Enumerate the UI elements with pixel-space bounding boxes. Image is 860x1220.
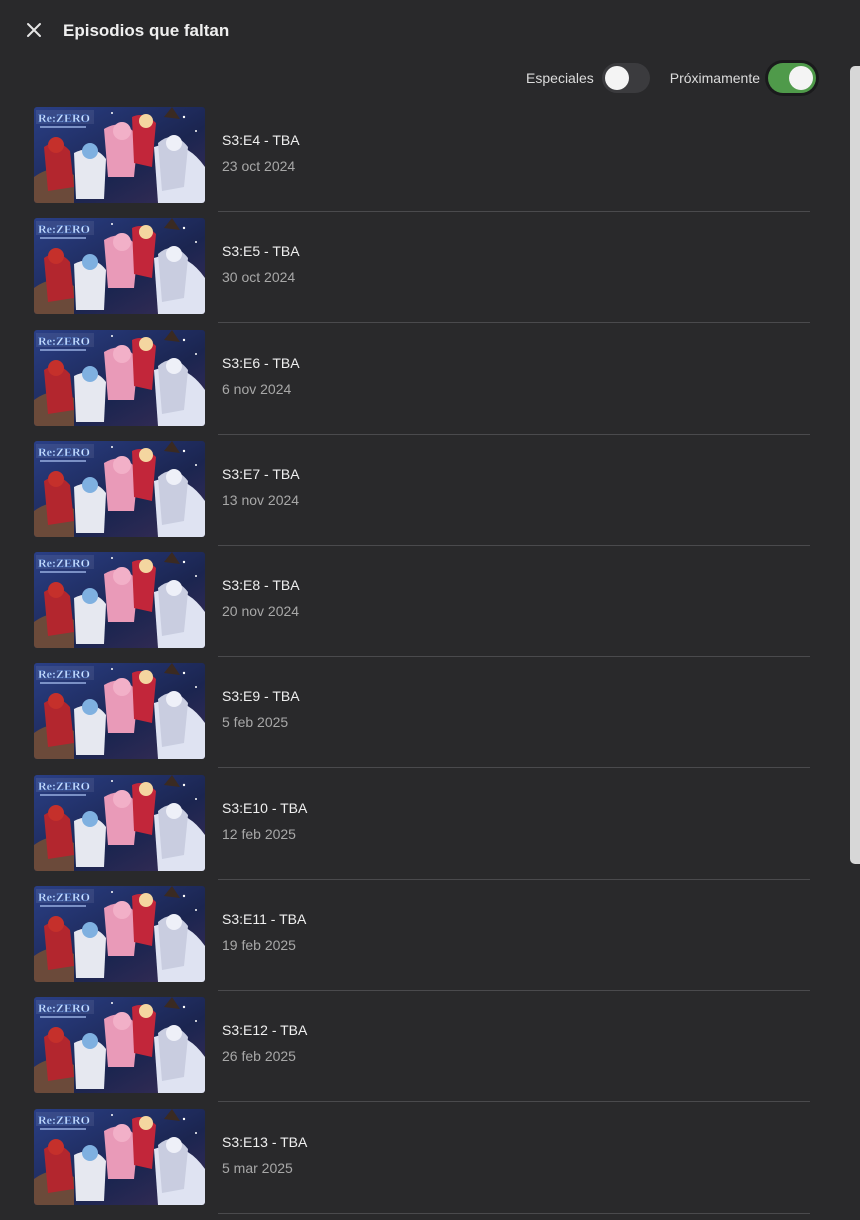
- page-title: Episodios que faltan: [63, 21, 230, 40]
- divider: [218, 544, 810, 546]
- svg-text:Re:ZERO: Re:ZERO: [38, 1001, 90, 1015]
- episode-row[interactable]: Re:ZERO S3:E11 - TBA 19 feb 2025: [0, 886, 860, 997]
- episode-row[interactable]: Re:ZERO S3:E12 - TBA 26 feb 2025: [0, 997, 860, 1108]
- episode-row[interactable]: Re:ZERO S3:E13 - TBA 5 mar 2025: [0, 1108, 860, 1220]
- toggle-knob: [789, 66, 813, 90]
- episode-list: Re:ZERO S3:E4 - TBA 23 oct 2024 Re:ZERO …: [0, 107, 860, 1220]
- episode-date: 23 oct 2024: [222, 158, 296, 174]
- episode-date: 5 feb 2025: [222, 714, 289, 731]
- episode-title: S3:E8 - TBA: [222, 577, 300, 594]
- episode-date: 26 feb 2025: [222, 1048, 296, 1065]
- divider: [218, 211, 810, 212]
- episode-row[interactable]: Re:ZERO S3:E10 - TBA 12 feb 2025: [0, 774, 860, 886]
- svg-text:Re:ZERO: Re:ZERO: [38, 445, 90, 459]
- svg-text:Re:ZERO: Re:ZERO: [38, 1113, 90, 1127]
- upcoming-toggle[interactable]: [768, 63, 816, 93]
- episode-row[interactable]: Re:ZERO S3:E8 - TBA 20 nov 2024: [0, 552, 860, 663]
- episode-date: 6 nov 2024: [222, 380, 292, 397]
- episode-thumbnail: Re:ZERO: [34, 552, 205, 649]
- svg-text:Re:ZERO: Re:ZERO: [38, 111, 90, 125]
- episode-thumbnail: Re:ZERO: [34, 107, 205, 203]
- episode-title: S3:E4 - TBA: [222, 132, 300, 148]
- episode-date: 5 mar 2025: [222, 1159, 293, 1176]
- episode-thumbnail: Re:ZERO: [34, 886, 205, 983]
- svg-text:Re:ZERO: Re:ZERO: [38, 222, 90, 236]
- episode-row[interactable]: Re:ZERO S3:E4 - TBA 23 oct 2024: [0, 107, 860, 218]
- episode-row[interactable]: Re:ZERO S3:E5 - TBA 30 oct 2024: [0, 218, 860, 329]
- episode-title: S3:E11 - TBA: [222, 911, 307, 928]
- close-button[interactable]: [22, 18, 46, 42]
- episode-thumbnail: Re:ZERO: [34, 997, 205, 1094]
- episode-title: S3:E5 - TBA: [222, 243, 300, 260]
- episode-date: 30 oct 2024: [222, 269, 296, 286]
- episode-row[interactable]: Re:ZERO S3:E7 - TBA 13 nov 2024: [0, 440, 860, 552]
- divider: [218, 433, 810, 435]
- episode-thumbnail: Re:ZERO: [34, 329, 205, 426]
- episode-date: 20 nov 2024: [222, 603, 300, 620]
- upcoming-label: Próximamente: [669, 70, 760, 86]
- specials-toggle[interactable]: [601, 63, 650, 93]
- episode-title: S3:E6 - TBA: [222, 354, 300, 371]
- svg-text:Re:ZERO: Re:ZERO: [38, 779, 90, 793]
- divider: [218, 1101, 810, 1103]
- divider: [218, 322, 810, 324]
- svg-text:Re:ZERO: Re:ZERO: [38, 890, 90, 904]
- svg-text:Re:ZERO: Re:ZERO: [38, 667, 90, 681]
- episode-title: S3:E13 - TBA: [222, 1133, 308, 1150]
- svg-text:Re:ZERO: Re:ZERO: [38, 334, 90, 348]
- divider: [218, 656, 810, 658]
- episode-thumbnail: Re:ZERO: [34, 218, 205, 315]
- divider: [218, 878, 810, 880]
- divider: [218, 990, 810, 992]
- episode-thumbnail: Re:ZERO: [34, 1108, 205, 1205]
- episode-date: 19 feb 2025: [222, 937, 296, 954]
- episode-title: S3:E9 - TBA: [222, 688, 300, 705]
- episode-row[interactable]: Re:ZERO S3:E6 - TBA 6 nov 2024: [0, 329, 860, 441]
- close-icon[interactable]: [22, 18, 46, 42]
- divider: [218, 767, 810, 769]
- header: Episodios que faltan: [0, 0, 860, 60]
- episode-thumbnail: Re:ZERO: [34, 663, 205, 760]
- episode-thumbnail: Re:ZERO: [34, 440, 205, 537]
- episode-thumbnail: Re:ZERO: [34, 774, 205, 871]
- episode-title: S3:E12 - TBA: [222, 1022, 308, 1039]
- episode-row[interactable]: Re:ZERO S3:E9 - TBA 5 feb 2025: [0, 663, 860, 774]
- toggle-knob: [604, 66, 629, 90]
- episode-date: 12 feb 2025: [222, 825, 296, 842]
- specials-label: Especiales: [526, 70, 594, 86]
- divider: [218, 1212, 810, 1214]
- scrollbar[interactable]: [850, 66, 860, 864]
- filter-toggles: Especiales Próximamente: [526, 62, 816, 94]
- episode-title: S3:E7 - TBA: [222, 465, 300, 482]
- episode-date: 13 nov 2024: [222, 491, 300, 508]
- episode-title: S3:E10 - TBA: [222, 799, 308, 816]
- svg-text:Re:ZERO: Re:ZERO: [38, 556, 90, 570]
